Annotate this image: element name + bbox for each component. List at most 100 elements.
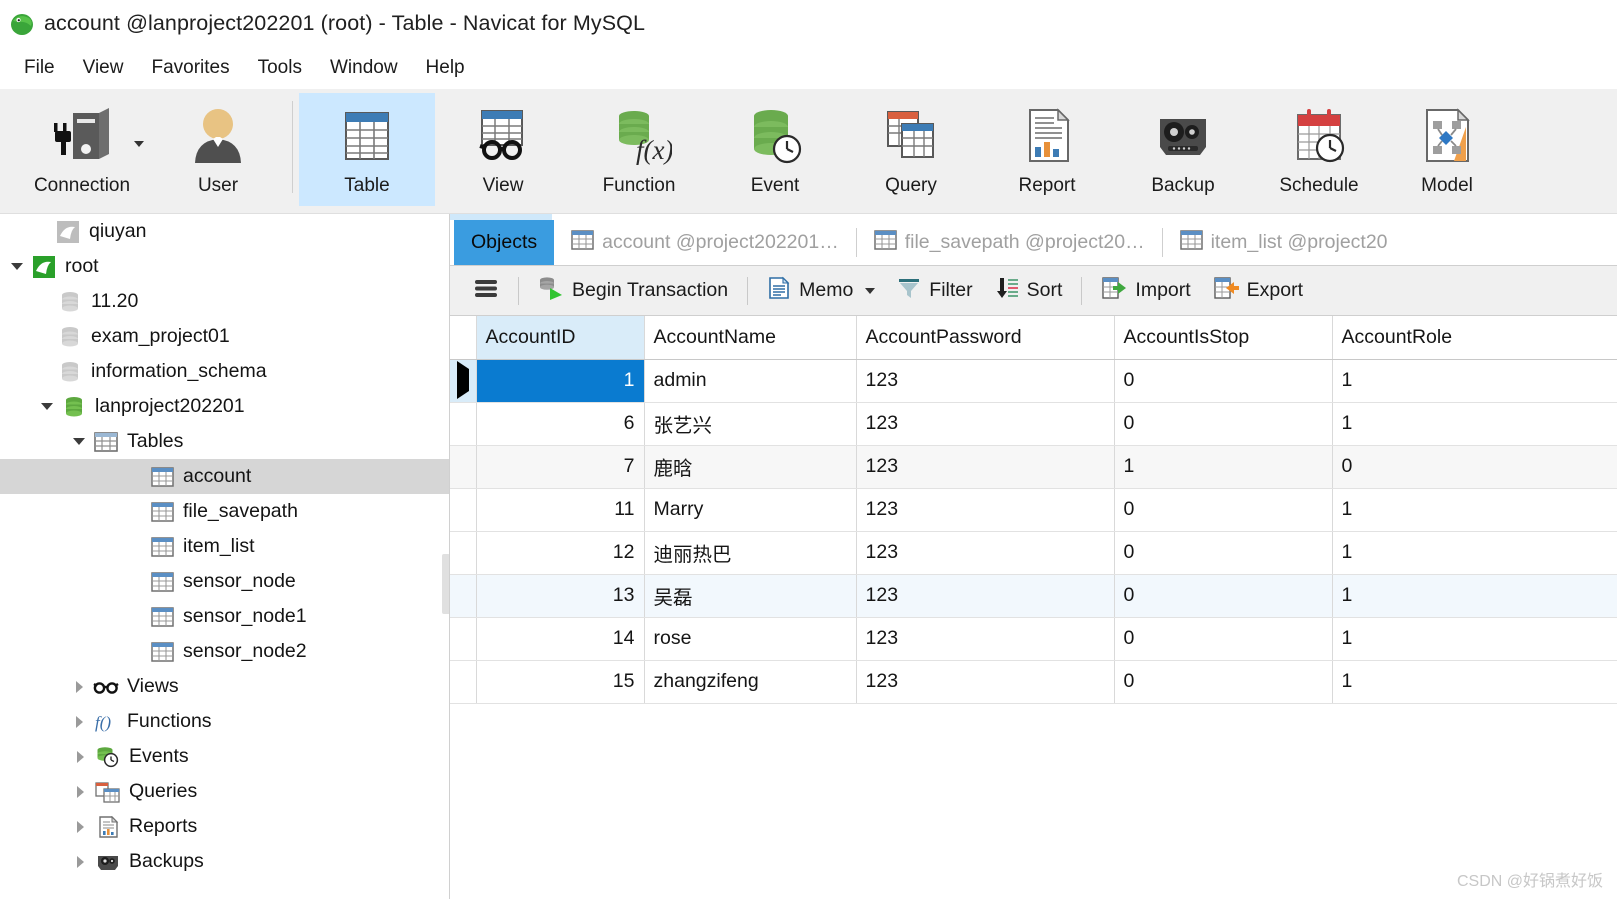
cell-accountisstop[interactable]: 0 (1114, 359, 1333, 403)
memo-button[interactable]: Memo (756, 271, 886, 311)
cell-accountisstop[interactable]: 1 (1114, 445, 1333, 489)
sidebar-item-file-savepath[interactable]: file_savepath (0, 494, 449, 529)
sidebar-item-sensor-node2[interactable]: sensor_node2 (0, 634, 449, 669)
import-button[interactable]: Import (1090, 271, 1201, 311)
cell-accountisstop[interactable]: 0 (1114, 660, 1333, 704)
sidebar-item-qiuyan[interactable]: qiuyan (0, 214, 449, 249)
table-row[interactable]: 14 rose 123 0 1 (450, 617, 1617, 661)
hamburger-menu-button[interactable] (462, 271, 510, 311)
cell-accountid[interactable]: 13 (476, 574, 645, 618)
cell-accountrole[interactable]: 0 (1332, 445, 1617, 489)
chevron-down-icon[interactable] (865, 287, 876, 294)
menu-item-window[interactable]: Window (316, 53, 412, 83)
sidebar-item-sensor-node[interactable]: sensor_node (0, 564, 449, 599)
table-row[interactable]: 11 Marry 123 0 1 (450, 488, 1617, 532)
export-button[interactable]: Export (1202, 271, 1314, 311)
chevron-right-icon[interactable] (66, 820, 94, 833)
sidebar-item-item-list[interactable]: item_list (0, 529, 449, 564)
tab-file-savepath[interactable]: file_savepath @project20… (857, 220, 1162, 265)
cell-accountrole[interactable]: 1 (1332, 488, 1617, 532)
row-indicator[interactable] (450, 531, 477, 575)
cell-accountpassword[interactable]: 123 (856, 445, 1115, 489)
sidebar-item-exam-project01[interactable]: exam_project01 (0, 319, 449, 354)
cell-accountrole[interactable]: 1 (1332, 660, 1617, 704)
cell-accountrole[interactable]: 1 (1332, 617, 1617, 661)
cell-accountname[interactable]: rose (644, 617, 857, 661)
cell-accountrole[interactable]: 1 (1332, 402, 1617, 446)
sidebar-item-queries[interactable]: Queries (0, 774, 449, 809)
ribbon-button-backup[interactable]: Backup (1115, 93, 1251, 206)
table-row[interactable]: 6 张艺兴 123 0 1 (450, 402, 1617, 446)
chevron-down-icon[interactable] (34, 403, 60, 410)
sidebar-item-tables[interactable]: Tables (0, 424, 449, 459)
cell-accountpassword[interactable]: 123 (856, 359, 1115, 403)
cell-accountisstop[interactable]: 0 (1114, 531, 1333, 575)
row-indicator[interactable] (450, 402, 477, 446)
row-indicator[interactable] (450, 488, 477, 532)
ribbon-button-table[interactable]: Table (299, 93, 435, 206)
sidebar-item-events[interactable]: Events (0, 739, 449, 774)
sidebar-item-root[interactable]: root (0, 249, 449, 284)
cell-accountisstop[interactable]: 0 (1114, 402, 1333, 446)
cell-accountpassword[interactable]: 123 (856, 660, 1115, 704)
data-grid[interactable]: AccountID AccountName AccountPassword Ac… (450, 316, 1617, 899)
row-indicator[interactable] (450, 574, 477, 618)
row-indicator[interactable] (450, 359, 477, 403)
cell-accountname[interactable]: 吴磊 (644, 574, 857, 618)
column-header-accountrole[interactable]: AccountRole (1332, 316, 1617, 360)
sidebar-item-backups[interactable]: Backups (0, 844, 449, 879)
chevron-right-icon[interactable] (66, 680, 92, 693)
cell-accountname[interactable]: zhangzifeng (644, 660, 857, 704)
ribbon-button-model[interactable]: Model (1387, 93, 1507, 206)
sidebar-item-lanproject202201[interactable]: lanproject202201 (0, 389, 449, 424)
filter-button[interactable]: Filter (886, 271, 983, 311)
sort-button[interactable]: Sort (984, 271, 1074, 311)
chevron-right-icon[interactable] (66, 785, 94, 798)
ribbon-button-view[interactable]: View (435, 93, 571, 206)
tab-objects[interactable]: Objects (454, 220, 555, 265)
sidebar-item-reports[interactable]: Reports (0, 809, 449, 844)
cell-accountid[interactable]: 6 (476, 402, 645, 446)
cell-accountisstop[interactable]: 0 (1114, 617, 1333, 661)
cell-accountname[interactable]: 张艺兴 (644, 402, 857, 446)
sidebar-tree[interactable]: qiuyan root 11.20 exam_project01 informa… (0, 214, 450, 899)
table-row[interactable]: 13 吴磊 123 0 1 (450, 574, 1617, 618)
menu-item-file[interactable]: File (10, 53, 69, 83)
cell-accountname[interactable]: Marry (644, 488, 857, 532)
sidebar-item-information-schema[interactable]: information_schema (0, 354, 449, 389)
sidebar-item-11-20[interactable]: 11.20 (0, 284, 449, 319)
ribbon-button-schedule[interactable]: Schedule (1251, 93, 1387, 206)
cell-accountpassword[interactable]: 123 (856, 617, 1115, 661)
column-header-accountid[interactable]: AccountID (476, 316, 645, 360)
cell-accountname[interactable]: 迪丽热巴 (644, 531, 857, 575)
ribbon-button-connection[interactable]: Connection (14, 93, 150, 206)
cell-accountid[interactable]: 7 (476, 445, 645, 489)
chevron-down-icon[interactable] (134, 141, 144, 147)
table-row[interactable]: 12 迪丽热巴 123 0 1 (450, 531, 1617, 575)
ribbon-button-function[interactable]: f(x) Function (571, 93, 707, 206)
row-indicator[interactable] (450, 617, 477, 661)
sidebar-item-views[interactable]: Views (0, 669, 449, 704)
cell-accountid[interactable]: 15 (476, 660, 645, 704)
cell-accountpassword[interactable]: 123 (856, 531, 1115, 575)
cell-accountpassword[interactable]: 123 (856, 574, 1115, 618)
table-row[interactable]: 15 zhangzifeng 123 0 1 (450, 660, 1617, 704)
tab-account[interactable]: account @project202201… (554, 220, 856, 265)
column-header-accountisstop[interactable]: AccountIsStop (1114, 316, 1333, 360)
chevron-right-icon[interactable] (66, 855, 94, 868)
cell-accountrole[interactable]: 1 (1332, 359, 1617, 403)
menu-item-help[interactable]: Help (412, 53, 479, 83)
cell-accountid[interactable]: 14 (476, 617, 645, 661)
ribbon-button-event[interactable]: Event (707, 93, 843, 206)
row-indicator[interactable] (450, 445, 477, 489)
ribbon-button-report[interactable]: Report (979, 93, 1115, 206)
ribbon-button-user[interactable]: User (150, 93, 286, 206)
cell-accountrole[interactable]: 1 (1332, 531, 1617, 575)
table-row[interactable]: 1 admin 123 0 1 (450, 359, 1617, 403)
column-header-accountpassword[interactable]: AccountPassword (856, 316, 1115, 360)
sidebar-scrollbar-thumb[interactable] (442, 554, 449, 614)
cell-accountid[interactable]: 1 (476, 359, 645, 403)
menu-item-tools[interactable]: Tools (244, 53, 316, 83)
sidebar-item-sensor-node1[interactable]: sensor_node1 (0, 599, 449, 634)
row-indicator[interactable] (450, 660, 477, 704)
